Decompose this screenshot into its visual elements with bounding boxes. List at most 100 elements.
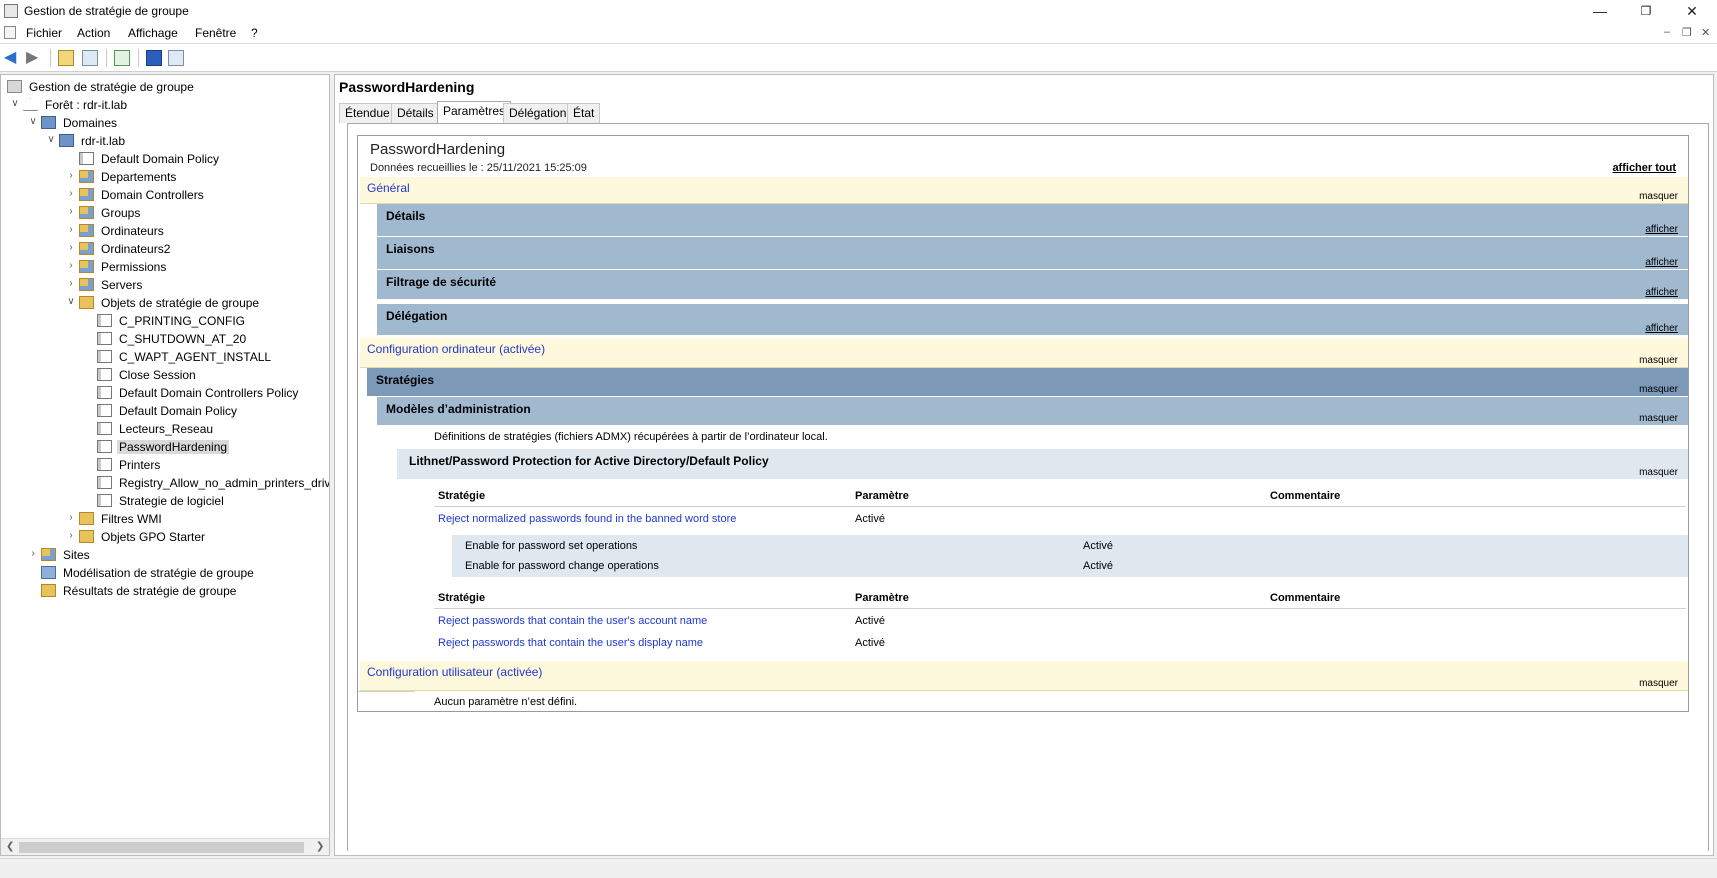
horizontal-scrollbar[interactable]: ❮ ❯ <box>1 838 329 855</box>
tree-item-gpo[interactable]: Printers <box>83 456 329 474</box>
tree-item-gpo[interactable]: Default Domain Controllers Policy <box>83 384 329 402</box>
tree-item-ordinateurs[interactable]: › Ordinateurs <box>65 222 325 240</box>
expand-chevron-icon[interactable]: › <box>65 530 77 542</box>
tree-item-gpo[interactable]: C_PRINTING_CONFIG <box>83 312 329 330</box>
document-icon[interactable] <box>4 26 16 39</box>
view-icon[interactable] <box>168 50 184 66</box>
show-link[interactable]: afficher <box>1645 224 1678 235</box>
expand-chevron-icon[interactable]: › <box>65 170 77 182</box>
up-folder-icon[interactable] <box>58 50 74 66</box>
tree-item-gpo-container[interactable]: ∨ Objets de stratégie de groupe <box>65 294 325 312</box>
tree-item-gpo[interactable]: Strategie de logiciel <box>83 492 329 510</box>
section-links[interactable]: Liaisons afficher <box>377 237 1688 270</box>
policy-link[interactable]: Reject normalized passwords found in the… <box>438 513 736 525</box>
section-user-config[interactable]: Configuration utilisateur (activée) masq… <box>360 661 1688 691</box>
mdi-close-button[interactable]: ✕ <box>1701 26 1710 39</box>
menu-help[interactable]: ? <box>251 26 258 40</box>
hide-link[interactable]: masquer <box>1639 384 1678 395</box>
show-link[interactable]: afficher <box>1645 323 1678 334</box>
scroll-right-icon[interactable]: ❯ <box>316 841 324 852</box>
section-admin-templates[interactable]: Modèles d’administration masquer <box>377 397 1688 426</box>
tree-item-gpo[interactable]: Default Domain Policy <box>83 402 329 420</box>
refresh-icon[interactable] <box>114 50 130 66</box>
forward-icon[interactable]: ▶ <box>26 50 42 66</box>
collapse-chevron-icon[interactable]: ∨ <box>27 116 39 128</box>
tab-delegation[interactable]: Délégation <box>503 103 573 123</box>
scroll-thumb[interactable] <box>19 842 304 853</box>
tree-item-gpo[interactable]: C_WAPT_AGENT_INSTALL <box>83 348 329 366</box>
expand-chevron-icon[interactable]: › <box>65 188 77 200</box>
tree-item-permissions[interactable]: › Permissions <box>65 258 325 276</box>
tree-item-modeling[interactable]: Modélisation de stratégie de groupe <box>27 564 317 582</box>
mdi-restore-button[interactable]: ❐ <box>1682 26 1692 39</box>
gpmc-app-icon <box>4 4 18 18</box>
hide-link[interactable]: masquer <box>1639 467 1678 478</box>
tree-item-root[interactable]: Gestion de stratégie de groupe <box>1 78 323 96</box>
tree-item-default-domain-policy-link[interactable]: Default Domain Policy <box>65 150 325 168</box>
tree-item-sites[interactable]: › Sites <box>27 546 317 564</box>
tree-item-ordinateurs2[interactable]: › Ordinateurs2 <box>65 240 325 258</box>
section-general[interactable]: Général masquer <box>360 177 1688 204</box>
policy-link[interactable]: Reject passwords that contain the user's… <box>438 615 707 627</box>
expand-chevron-icon[interactable]: › <box>65 206 77 218</box>
tab-etendue[interactable]: Étendue <box>339 103 396 123</box>
expand-chevron-icon[interactable]: › <box>65 278 77 290</box>
tree-item-forest[interactable]: ∨ Forêt : rdr-it.lab <box>9 96 319 114</box>
expand-chevron-icon[interactable]: › <box>65 512 77 524</box>
mdi-minimize-button[interactable]: – <box>1664 26 1670 38</box>
section-category[interactable]: Lithnet/Password Protection for Active D… <box>397 449 1688 479</box>
section-policies[interactable]: Stratégies masquer <box>367 368 1688 397</box>
collapse-chevron-icon[interactable]: ∨ <box>65 296 77 308</box>
hide-link[interactable]: masquer <box>1639 413 1678 424</box>
tree-item-domains[interactable]: ∨ Domaines <box>27 114 317 132</box>
collapse-chevron-icon[interactable]: ∨ <box>45 134 57 146</box>
tree-item-gpo-selected[interactable]: PasswordHardening <box>83 438 329 456</box>
tree-item-domain[interactable]: ∨ rdr-it.lab <box>45 132 325 150</box>
tree-item-gpo[interactable]: Close Session <box>83 366 329 384</box>
show-link[interactable]: afficher <box>1645 287 1678 298</box>
hide-link[interactable]: masquer <box>1639 678 1678 689</box>
tab-details[interactable]: Détails <box>391 103 440 123</box>
show-hide-tree-icon[interactable] <box>82 50 98 66</box>
tab-etat[interactable]: État <box>567 103 601 123</box>
tree-item-gpo[interactable]: C_SHUTDOWN_AT_20 <box>83 330 329 348</box>
section-delegation[interactable]: Délégation afficher <box>377 304 1688 336</box>
tree-item-domain-controllers[interactable]: › Domain Controllers <box>65 186 325 204</box>
tree-label: PasswordHardening <box>117 440 230 454</box>
policy-link[interactable]: Reject passwords that contain the user's… <box>438 637 703 649</box>
section-computer-config[interactable]: Configuration ordinateur (activée) masqu… <box>360 338 1688 368</box>
menu-affichage[interactable]: Affichage <box>128 26 178 40</box>
tree-item-groups[interactable]: › Groups <box>65 204 325 222</box>
tree-item-departements[interactable]: › Departements <box>65 168 325 186</box>
menu-action[interactable]: Action <box>77 26 110 40</box>
tree-item-gpo[interactable]: Registry_Allow_no_admin_printers_drive <box>83 474 329 492</box>
hide-link[interactable]: masquer <box>1639 191 1678 202</box>
section-security-filtering[interactable]: Filtrage de sécurité afficher <box>377 270 1688 300</box>
expand-chevron-icon[interactable]: › <box>65 260 77 272</box>
tree-label: Lecteurs_Reseau <box>119 422 214 436</box>
expand-chevron-icon[interactable]: › <box>65 224 77 236</box>
gpo-icon <box>97 350 112 363</box>
hide-link[interactable]: masquer <box>1639 355 1678 366</box>
menu-fichier[interactable]: Fichier <box>26 26 62 40</box>
tree-item-starter-gpos[interactable]: › Objets GPO Starter <box>65 528 325 546</box>
scroll-left-icon[interactable]: ❮ <box>6 841 14 852</box>
section-details[interactable]: Détails afficher <box>377 204 1688 237</box>
expand-chevron-icon[interactable]: › <box>65 242 77 254</box>
expand-chevron-icon[interactable]: › <box>27 548 39 560</box>
tree-item-results[interactable]: Résultats de stratégie de groupe <box>27 582 317 600</box>
restore-button[interactable]: ❐ <box>1623 0 1669 22</box>
minimize-button[interactable]: — <box>1577 0 1623 22</box>
tree-item-gpo[interactable]: Lecteurs_Reseau <box>83 420 329 438</box>
tree-item-servers[interactable]: › Servers <box>65 276 325 294</box>
show-link[interactable]: afficher <box>1645 257 1678 268</box>
menu-fenetre[interactable]: Fenêtre <box>195 26 236 40</box>
help-icon[interactable] <box>146 50 162 66</box>
close-button[interactable]: ✕ <box>1669 0 1715 22</box>
tree-item-wmi-filters[interactable]: › Filtres WMI <box>65 510 325 528</box>
show-all-link[interactable]: afficher tout <box>1612 162 1676 174</box>
back-icon[interactable]: ◀ <box>4 50 20 66</box>
tab-parametres[interactable]: Paramètres <box>437 101 512 123</box>
collapse-chevron-icon[interactable]: ∨ <box>9 98 21 110</box>
section-title: Configuration utilisateur (activée) <box>367 665 543 679</box>
